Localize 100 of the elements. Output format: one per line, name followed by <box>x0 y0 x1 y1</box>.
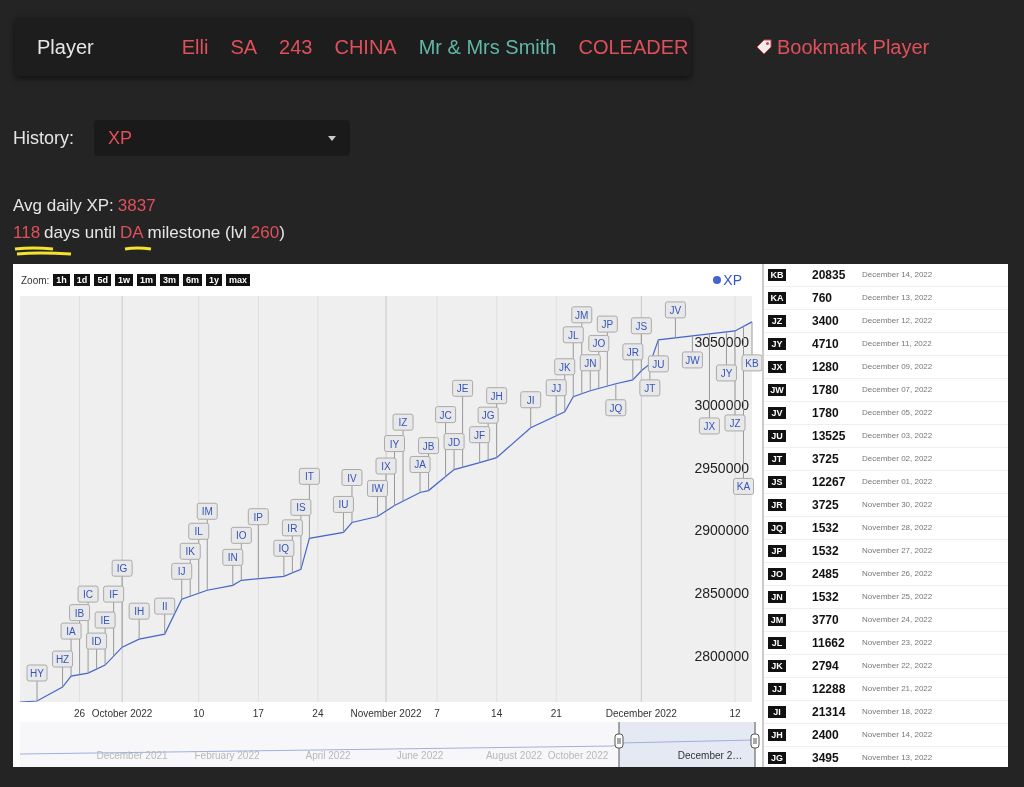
entry-value: 3725 <box>812 497 840 514</box>
y-tick-label: 3000000 <box>694 396 749 413</box>
annotation-flag[interactable]: JR <box>622 343 644 361</box>
bookmark-link[interactable]: Bookmark Player <box>755 32 930 62</box>
annotation-flag[interactable]: JK <box>554 358 576 376</box>
annotation-flag[interactable]: IJ <box>171 562 193 580</box>
annotation-flag[interactable]: JD <box>443 433 465 451</box>
entry-value: 1532 <box>812 589 840 606</box>
avg-value: 3837 <box>117 195 156 217</box>
annotation-flag[interactable]: JW <box>681 351 703 369</box>
annotation-flag[interactable]: JT <box>639 379 661 397</box>
entry-tag: JO <box>768 568 786 580</box>
annotation-flag[interactable]: HZ <box>52 650 74 668</box>
annotation-flag[interactable]: JQ <box>605 399 627 417</box>
annotation: KA <box>736 481 751 493</box>
entry-date: November 21, 2022 <box>862 683 933 695</box>
y-tick-label: 3050000 <box>694 333 749 350</box>
player-field: 243 <box>279 32 313 62</box>
history-select[interactable]: XP <box>94 120 350 156</box>
annotation-flag[interactable]: IX <box>375 457 397 475</box>
annotation-flag[interactable]: IN <box>222 548 244 566</box>
annotation-flag[interactable]: IE <box>94 611 116 629</box>
annotation-flag[interactable]: JI <box>520 391 542 409</box>
annotation-flag[interactable]: JZ <box>724 414 746 432</box>
annotation-flag[interactable]: JV <box>664 301 686 319</box>
navigator[interactable] <box>19 721 760 767</box>
entry-tag: JW <box>768 384 786 396</box>
legend-item[interactable]: XP <box>713 269 742 291</box>
annotation-flag[interactable]: IT <box>298 467 320 485</box>
annotation-flag[interactable]: IP <box>247 508 269 526</box>
annotation-flag[interactable]: JU <box>647 355 669 373</box>
annotation-flag[interactable]: IW <box>367 479 388 497</box>
annotation-flag[interactable]: IV <box>341 469 363 486</box>
annotation-flag[interactable]: ID <box>86 632 108 650</box>
annotation-flag[interactable]: JL <box>562 326 584 344</box>
annotation-flag[interactable]: JP <box>596 315 618 333</box>
annotation-flag[interactable]: IH <box>128 602 150 620</box>
annotation-flag[interactable]: IA <box>60 622 82 640</box>
annotation-flag[interactable]: JN <box>579 354 601 372</box>
annotation-flag[interactable]: IF <box>103 585 125 603</box>
annotation-flag[interactable]: JY <box>715 364 737 382</box>
y-tick-label: 2850000 <box>694 585 749 602</box>
annotation-flag[interactable]: JH <box>486 387 508 405</box>
x-tick-label: October 2022 <box>91 708 153 719</box>
entry-value: 12267 <box>812 474 847 491</box>
history-label: History: <box>13 126 74 150</box>
annotation-flag[interactable]: KB <box>741 354 762 372</box>
annotation-flag[interactable]: JS <box>630 317 652 335</box>
annotation-flag[interactable]: IK <box>179 542 201 560</box>
entry-tag: JL <box>768 637 786 649</box>
x-tick-label: 21 <box>550 708 562 719</box>
annotation-flag[interactable]: JX <box>698 417 720 435</box>
zoom-button[interactable]: 3m <box>159 274 179 286</box>
annotation-flag[interactable]: II <box>154 597 176 615</box>
annotation-flag[interactable]: IC <box>77 585 99 603</box>
annotation: JT <box>644 382 656 394</box>
annotation: IA <box>66 626 77 638</box>
navigator-label: August 2022 <box>485 750 543 761</box>
annotation-flag[interactable]: JC <box>435 406 457 424</box>
annotation-flag[interactable]: IL <box>188 522 210 540</box>
annotation-flag[interactable]: IB <box>69 604 91 622</box>
countdown-text: days until <box>44 222 116 244</box>
entry-tag: JN <box>768 591 786 603</box>
annotation-flag[interactable]: IU <box>332 495 354 513</box>
annotation-flag[interactable]: IZ <box>392 413 414 431</box>
zoom-button[interactable]: 1h <box>53 274 70 286</box>
entry-date: December 07, 2022 <box>862 384 933 396</box>
annotation-flag[interactable]: IQ <box>273 539 295 557</box>
zoom-button[interactable]: 5d <box>94 274 111 286</box>
zoom-button[interactable]: max <box>225 274 250 286</box>
annotation-flag[interactable]: JB <box>418 437 440 455</box>
zoom-button[interactable]: 1m <box>136 274 156 286</box>
annotation-flag[interactable]: HY <box>26 664 48 682</box>
annotation-flag[interactable]: IO <box>230 526 252 544</box>
zoom-button[interactable]: 1d <box>73 274 91 286</box>
annotation: KB <box>745 357 759 369</box>
entry-date: November 24, 2022 <box>862 614 933 626</box>
annotation: JO <box>592 338 606 350</box>
caret-icon <box>328 135 336 141</box>
annotation-flag[interactable]: JO <box>588 334 610 352</box>
annotation-flag[interactable]: IY <box>384 435 405 453</box>
annotation-flag[interactable]: IM <box>196 502 218 520</box>
annotation-flag[interactable]: IR <box>281 519 303 537</box>
x-tick-label: November 2022 <box>350 708 422 719</box>
annotation-flag[interactable]: JG <box>477 406 499 424</box>
annotation-flag[interactable]: JM <box>571 306 593 324</box>
annotation-flag[interactable]: IG <box>111 559 133 577</box>
annotation: JQ <box>609 402 623 414</box>
annotation: IO <box>236 530 247 542</box>
annotation-flag[interactable]: JA <box>409 455 431 473</box>
annotation-flag[interactable]: IS <box>290 498 312 516</box>
annotation-flag[interactable]: JJ <box>545 379 567 397</box>
annotation-flag[interactable]: KA <box>733 477 754 495</box>
zoom-button[interactable]: 1y <box>205 274 222 286</box>
annotation-flag[interactable]: JF <box>469 426 491 444</box>
annotation-flag[interactable]: JE <box>452 379 474 397</box>
zoom-button[interactable]: 1w <box>114 274 133 286</box>
navigator-label: October 2022 <box>547 750 609 761</box>
level-value: 260 <box>250 222 280 244</box>
zoom-button[interactable]: 6m <box>182 274 202 286</box>
